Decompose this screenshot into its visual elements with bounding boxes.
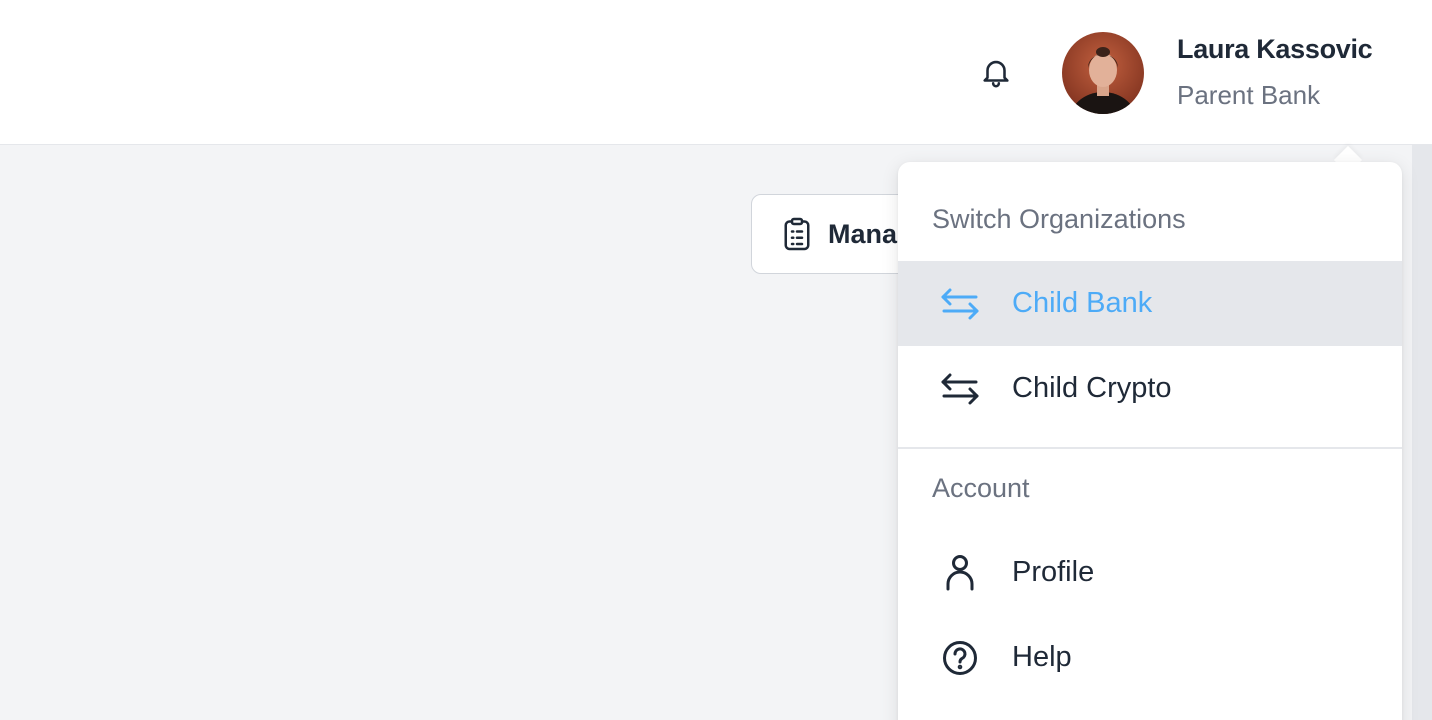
manage-button-label: Mana	[828, 218, 898, 249]
menu-item-label: Child Crypto	[1012, 372, 1172, 404]
clipboard-icon	[784, 217, 810, 251]
menu-item-help[interactable]: Help	[898, 615, 1402, 700]
user-name: Laura Kassovic	[1177, 34, 1373, 64]
top-header: Laura Kassovic Parent Bank	[0, 0, 1432, 145]
user-dropdown-menu: Switch Organizations Child Bank Child Cr…	[898, 162, 1402, 720]
switch-arrows-icon	[938, 282, 982, 326]
menu-item-child-crypto[interactable]: Child Crypto	[898, 346, 1402, 431]
scrollbar[interactable]	[1412, 145, 1432, 720]
avatar-photo	[1062, 32, 1144, 114]
switch-organizations-heading: Switch Organizations	[932, 204, 1186, 234]
help-circle-icon	[938, 636, 982, 680]
switch-arrows-icon	[938, 367, 982, 411]
bell-icon	[983, 60, 1009, 88]
notifications-button[interactable]	[976, 52, 1016, 92]
menu-item-profile[interactable]: Profile	[898, 530, 1402, 615]
avatar[interactable]	[1062, 32, 1144, 114]
menu-item-label: Help	[1012, 641, 1072, 673]
account-heading: Account	[932, 473, 1030, 503]
menu-item-label: Child Bank	[1012, 287, 1153, 319]
app-page: Laura Kassovic Parent Bank Mana Switch O…	[0, 0, 1432, 720]
menu-divider	[898, 447, 1402, 449]
menu-item-child-bank[interactable]: Child Bank	[898, 261, 1402, 346]
user-organization: Parent Bank	[1177, 80, 1321, 110]
user-icon	[938, 551, 982, 595]
menu-item-label: Profile	[1012, 556, 1095, 588]
